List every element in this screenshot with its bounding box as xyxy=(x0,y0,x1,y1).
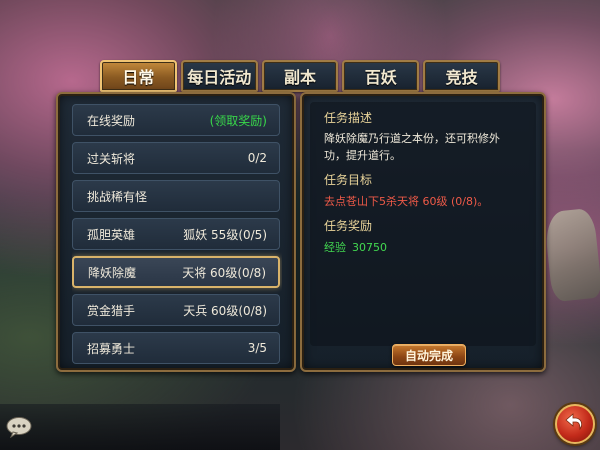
task-name: 降妖除魔 xyxy=(88,265,137,280)
goal-title: 任务目标 xyxy=(324,173,373,187)
tab-arena[interactable]: 竞技 xyxy=(423,60,500,92)
engraved-stone xyxy=(543,207,600,303)
task-item-online-reward[interactable]: 在线奖励 (领取奖励) xyxy=(72,104,280,136)
task-progress: 天将 60级(0/8) xyxy=(182,265,266,280)
task-progress: 狐妖 55级(0/5) xyxy=(183,227,267,242)
task-name: 赏金猎手 xyxy=(87,303,136,318)
task-name: 在线奖励 xyxy=(87,113,136,128)
task-item-demon-slaying[interactable]: 降妖除魔 天将 60级(0/8) xyxy=(72,256,280,288)
task-name: 招募勇士 xyxy=(87,341,136,356)
chat-bar[interactable] xyxy=(0,404,280,450)
task-list-panel: 在线奖励 (领取奖励) 过关斩将 0/2 挑战稀有怪 孤胆英雄 狐妖 55级(0… xyxy=(56,92,296,372)
reward-value: 30750 xyxy=(352,241,387,254)
task-item-recruit-warriors[interactable]: 招募勇士 3/5 xyxy=(72,332,280,364)
back-arrow-icon xyxy=(563,410,587,438)
goal-text: 去点苍山下5杀天将 60级 (0/8)。 xyxy=(324,195,489,208)
auto-complete-button[interactable]: 自动完成 xyxy=(392,344,466,366)
description-title: 任务描述 xyxy=(324,111,373,125)
tab-bar: 日常 每日活动 副本 百妖 竞技 xyxy=(100,60,500,92)
task-item-level-pass[interactable]: 过关斩将 0/2 xyxy=(72,142,280,174)
tab-daily[interactable]: 日常 xyxy=(100,60,177,92)
back-button[interactable] xyxy=(555,404,595,444)
reward-label: 经验 xyxy=(324,241,346,254)
task-detail-box: 任务描述 降妖除魔乃行道之本份，还可积修外功，提升道行。 任务目标 去点苍山下5… xyxy=(310,102,536,346)
task-progress: 0/2 xyxy=(247,151,267,165)
claim-reward-link[interactable]: (领取奖励) xyxy=(210,112,267,129)
task-name: 孤胆英雄 xyxy=(87,227,136,242)
task-item-bounty-hunter[interactable]: 赏金猎手 天兵 60级(0/8) xyxy=(72,294,280,326)
task-item-rare-monster[interactable]: 挑战稀有怪 xyxy=(72,180,280,212)
description-text: 降妖除魔乃行道之本份，还可积修外功，提升道行。 xyxy=(324,132,500,162)
task-progress: 天兵 60级(0/8) xyxy=(183,303,267,318)
task-detail-panel: 任务描述 降妖除魔乃行道之本份，还可积修外功，提升道行。 任务目标 去点苍山下5… xyxy=(300,92,546,372)
reward-title: 任务奖励 xyxy=(324,219,373,233)
chat-bubble-icon[interactable] xyxy=(6,416,32,439)
tab-hundred-demons[interactable]: 百妖 xyxy=(342,60,420,92)
tab-daily-activities[interactable]: 每日活动 xyxy=(180,60,258,92)
task-list[interactable]: 在线奖励 (领取奖励) 过关斩将 0/2 挑战稀有怪 孤胆英雄 狐妖 55级(0… xyxy=(72,104,282,366)
task-progress: 3/5 xyxy=(247,341,267,355)
reward-row: 经验 30750 xyxy=(324,239,522,256)
task-name: 挑战稀有怪 xyxy=(87,189,148,204)
task-item-lone-hero[interactable]: 孤胆英雄 狐妖 55级(0/5) xyxy=(72,218,280,250)
task-name: 过关斩将 xyxy=(87,151,136,166)
tab-dungeon[interactable]: 副本 xyxy=(261,60,339,92)
